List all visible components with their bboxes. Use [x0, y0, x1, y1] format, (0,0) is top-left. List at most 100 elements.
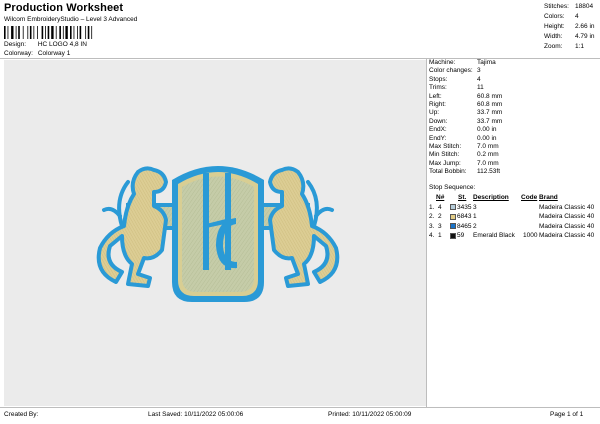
cell-idx: 1.: [429, 203, 435, 211]
design-stats: Stitches: 18804 Colors: 4 Height: 2.66 in W…: [544, 2, 598, 52]
panel-divider: [426, 59, 427, 407]
design-row: Design: HC LOGO 4,8 IN: [4, 41, 87, 48]
info-value: Tajima: [477, 59, 496, 66]
col-n: N#: [436, 194, 445, 201]
stat-value: 4.79 in: [575, 33, 595, 40]
info-label: Color changes:: [429, 67, 473, 75]
cell-idx: 2.: [429, 213, 435, 220]
stat-value: 4: [575, 13, 579, 20]
cell-n: 3: [438, 222, 442, 230]
info-row: Right: 60.8 mm: [429, 101, 599, 109]
table-row: 4. 1 59 Emerald Black 1000 Madeira Classic 40: [429, 231, 599, 241]
info-label: Left:: [429, 92, 442, 100]
stat-height: Height: 2.66 in: [544, 22, 598, 32]
col-code: Code: [521, 194, 538, 201]
info-label: EndX:: [429, 126, 447, 134]
info-label: Machine:: [429, 59, 456, 66]
info-row: Total Bobbin: 112.53ft: [429, 168, 599, 176]
info-label: Right:: [429, 100, 446, 108]
info-value: 0.00 in: [477, 126, 497, 134]
info-label: Min Stitch:: [429, 151, 460, 159]
design-preview[interactable]: [4, 60, 426, 406]
info-row: EndY: 0.00 in: [429, 135, 599, 143]
cell-brand: Madeira Classic 40: [539, 213, 595, 220]
info-row: Color changes: 3: [429, 67, 599, 75]
machine-info-panel: Machine: Tajima Color changes: 3 Stops: 4 Trim…: [429, 59, 599, 176]
cell-description: Emerald Black: [473, 232, 515, 239]
software-subtitle: Wilcom EmbroideryStudio – Level 3 Advanc…: [4, 16, 138, 23]
info-value: 112.53ft: [477, 168, 501, 176]
info-row: Trims: 11: [429, 84, 599, 92]
color-swatch: [450, 204, 456, 210]
stop-sequence-table: N# St. Description Code Brand 1. 4 3435 3 Ma…: [429, 193, 599, 241]
info-value: 60.8 mm: [477, 92, 503, 100]
color-swatch: [450, 213, 456, 220]
cell-st: 3435: [457, 203, 472, 211]
cell-description: 3: [473, 203, 477, 211]
col-description: Description: [473, 194, 509, 201]
stat-label: Colors:: [544, 13, 565, 20]
printed-date: Printed: 10/11/2022 05:00:09: [328, 411, 412, 418]
cell-brand: Madeira Classic 40: [539, 203, 595, 211]
embroidery-design-image: [96, 166, 340, 302]
footer-divider: [0, 407, 600, 408]
stat-width: Width: 4.79 in: [544, 32, 598, 42]
info-row: Up: 33.7 mm: [429, 109, 599, 117]
info-value: 33.7 mm: [477, 109, 503, 117]
table-row: 2. 2 6843 1 Madeira Classic 40: [429, 212, 599, 222]
stat-value: 2.66 in: [575, 23, 595, 30]
stat-label: Height:: [544, 23, 565, 30]
cell-description: 2: [473, 222, 477, 230]
stat-colors: Colors: 4: [544, 12, 598, 22]
stop-sequence-title: Stop Sequence:: [429, 184, 476, 191]
stat-value: 1:1: [575, 43, 585, 50]
info-value: 4: [477, 75, 481, 83]
cell-code: 1000: [523, 232, 538, 239]
col-st: St.: [458, 194, 467, 201]
cell-n: 4: [438, 203, 442, 211]
created-by: Created By:: [4, 411, 39, 418]
right-lion: [268, 166, 340, 288]
info-value: 0.00 in: [477, 134, 497, 142]
stat-label: Zoom:: [544, 43, 563, 50]
stat-label: Width:: [544, 33, 563, 40]
info-row: Max Jump: 7.0 mm: [429, 160, 599, 168]
info-value: 3: [477, 67, 481, 75]
worksheet-title: Production Worksheet: [4, 2, 124, 14]
info-label: Total Bobbin:: [429, 168, 467, 176]
cell-description: 1: [473, 213, 477, 220]
col-brand: Brand: [539, 194, 558, 201]
info-row: Max Stitch: 7.0 mm: [429, 143, 599, 151]
stat-zoom: Zoom: 1:1: [544, 42, 598, 52]
info-label: Stops:: [429, 75, 448, 83]
table-row: 1. 4 3435 3 Madeira Classic 40: [429, 203, 599, 213]
color-swatch: [450, 232, 456, 239]
stat-stitches: Stitches: 18804: [544, 2, 598, 12]
design-value: HC LOGO 4,8 IN: [37, 41, 87, 48]
info-value: 0.2 mm: [477, 151, 499, 159]
cell-brand: Madeira Classic 40: [539, 222, 595, 230]
info-label: Down:: [429, 117, 448, 125]
stat-value: 18804: [575, 3, 594, 10]
info-row: Stops: 4: [429, 76, 599, 84]
color-swatch: [450, 223, 456, 229]
cell-idx: 4.: [429, 232, 435, 239]
info-row: Min Stitch: 0.2 mm: [429, 151, 599, 159]
info-value: 7.0 mm: [477, 142, 499, 150]
last-saved: Last Saved: 10/11/2022 05:00:06: [148, 411, 244, 418]
info-label: Trims:: [429, 84, 447, 92]
info-value: 11: [477, 84, 484, 92]
info-label: Max Jump:: [429, 159, 461, 167]
design-label: Design:: [4, 41, 27, 48]
info-label: Up:: [429, 109, 440, 117]
info-row: EndX: 0.00 in: [429, 126, 599, 134]
cell-brand: Madeira Classic 40: [539, 232, 595, 239]
colorway-label: Colorway:: [4, 50, 33, 57]
info-value: 7.0 mm: [477, 159, 499, 167]
colorway-value: Colorway 1: [37, 50, 71, 57]
stat-label: Stitches:: [544, 3, 569, 10]
info-label: EndY:: [429, 134, 447, 142]
table-header-row: N# St. Description Code Brand: [429, 193, 599, 203]
colorway-row: Colorway: Colorway 1: [4, 50, 70, 57]
table-row: 3. 3 8465 2 Madeira Classic 40: [429, 222, 599, 232]
